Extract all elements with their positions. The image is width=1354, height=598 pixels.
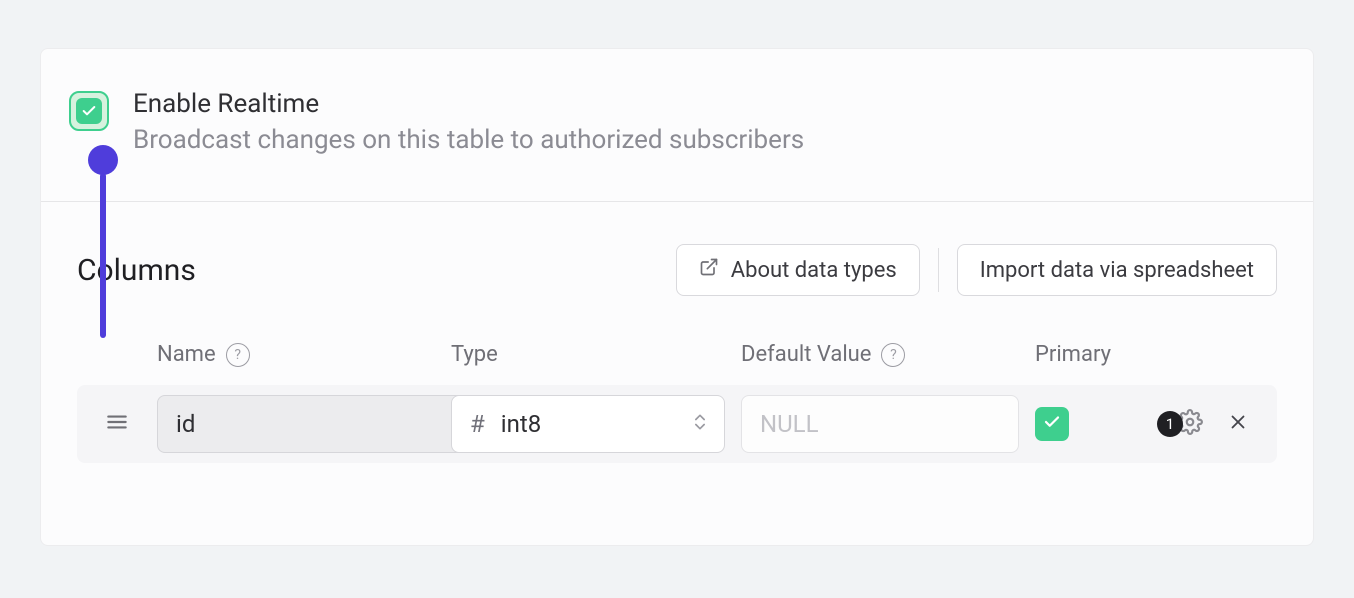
column-type-select[interactable]: # int8: [451, 395, 725, 453]
header-default-label: Default Value: [741, 342, 871, 367]
header-primary-label: Primary: [1035, 342, 1111, 367]
column-extra-settings-button[interactable]: 1: [1157, 409, 1203, 439]
settings-count-badge: 1: [1157, 411, 1183, 437]
annotation-line: [100, 173, 106, 338]
header-primary: Primary: [1035, 342, 1155, 367]
column-row: # int8 1: [77, 385, 1277, 463]
settings-card: Enable Realtime Broadcast changes on thi…: [40, 48, 1314, 546]
header-name-label: Name: [157, 342, 216, 367]
realtime-title: Enable Realtime: [133, 89, 804, 119]
external-link-icon: [699, 257, 719, 283]
header-type-label: Type: [451, 342, 498, 367]
close-icon: [1227, 411, 1249, 437]
header-type: Type: [451, 342, 741, 367]
realtime-section: Enable Realtime Broadcast changes on thi…: [41, 49, 1313, 202]
columns-section: Columns About data types Import data via…: [41, 202, 1313, 463]
enable-realtime-checkbox[interactable]: [69, 91, 109, 131]
header-name: Name ?: [157, 342, 451, 367]
help-icon[interactable]: ?: [881, 343, 905, 367]
divider: [938, 248, 939, 292]
check-icon: [76, 98, 102, 124]
columns-title: Columns: [77, 253, 196, 288]
import-spreadsheet-label: Import data via spreadsheet: [980, 258, 1254, 283]
import-spreadsheet-button[interactable]: Import data via spreadsheet: [957, 244, 1277, 296]
column-type-label: int8: [501, 410, 674, 438]
hash-icon: #: [470, 410, 485, 438]
drag-handle-icon[interactable]: [104, 409, 130, 439]
chevrons-up-down-icon: [690, 412, 710, 436]
check-icon: [1043, 413, 1061, 435]
help-icon[interactable]: ?: [226, 343, 250, 367]
remove-column-button[interactable]: [1227, 411, 1249, 437]
header-default: Default Value ?: [741, 342, 1035, 367]
columns-header-row: Name ? Type Default Value ? Primary: [77, 342, 1277, 385]
about-data-types-label: About data types: [731, 258, 897, 283]
column-default-input[interactable]: [741, 395, 1019, 453]
annotation-dot: [88, 145, 118, 175]
primary-key-checkbox[interactable]: [1035, 407, 1069, 441]
about-data-types-button[interactable]: About data types: [676, 244, 920, 296]
realtime-description: Broadcast changes on this table to autho…: [133, 125, 804, 155]
